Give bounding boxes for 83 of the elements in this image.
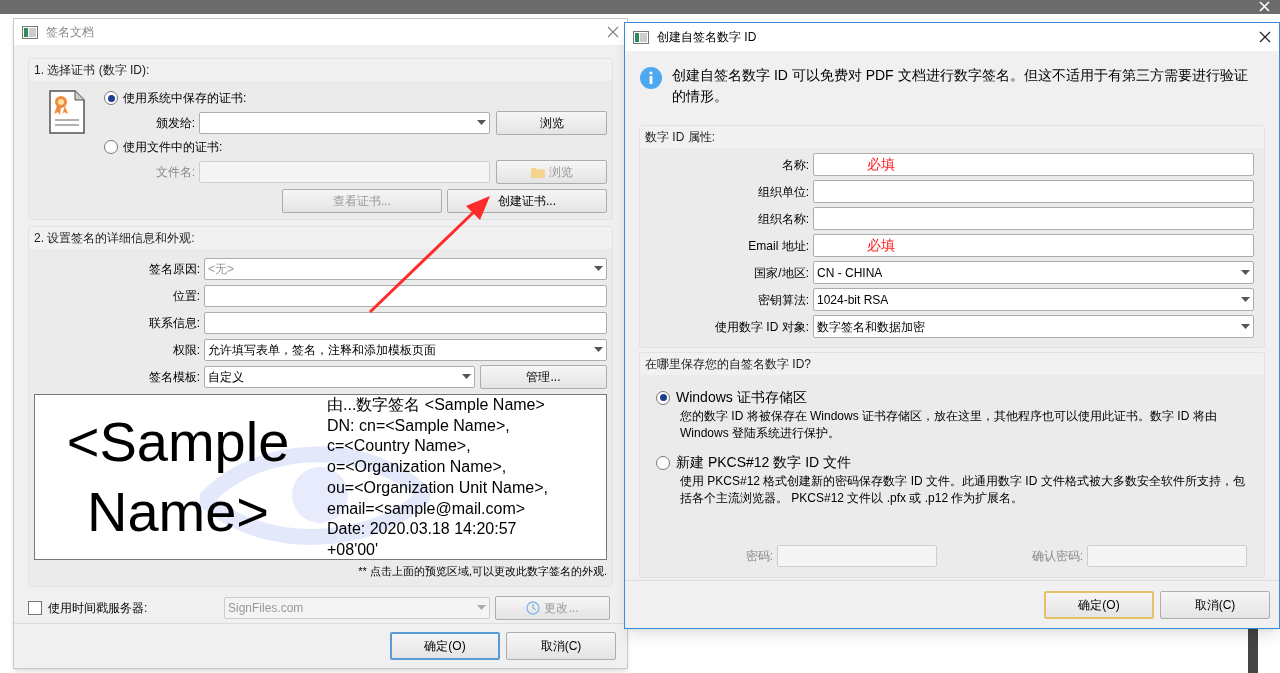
preview-detail-line: email=<sample@mail.com> bbox=[327, 498, 527, 519]
clock-icon bbox=[526, 600, 541, 615]
window-title: 签名文档 bbox=[46, 24, 95, 41]
section-title: 2. 设置签名的详细信息和外观: bbox=[34, 230, 195, 247]
signature-preview[interactable]: <Sample Name> 由...数字签名 <Sample Name> DN: cn=<Sample Name>, c=<Country Name>, o=<Organization Name>, ou=<Organization Unit Name>, email=<sample@mail.com> Date: 2020.03.18 14:20:57 +08'00' bbox=[34, 394, 607, 560]
preview-detail-line: 由...数字签名 <Sample Name> bbox=[327, 395, 546, 415]
window-app-icon bbox=[633, 30, 649, 44]
dialog-button[interactable]: 浏览 bbox=[496, 110, 607, 135]
radio-label: 使用系统中保存的证书: bbox=[123, 90, 247, 107]
input-field[interactable] bbox=[204, 311, 607, 334]
dropdown-field[interactable]: 自定义 bbox=[204, 365, 475, 388]
required-note: 必填 bbox=[867, 155, 895, 174]
field-label: Email 地址: bbox=[747, 237, 810, 255]
input-field[interactable]: 必填 bbox=[813, 153, 1254, 176]
radio-button[interactable] bbox=[104, 140, 118, 154]
field-label: 签名模板: bbox=[147, 368, 201, 386]
option-description: 您的数字 ID 将被保存在 Windows 证书存储区，放在这里，其他程序也可以使用此证书。数字 ID 将由 Windows 登陆系统进行保护。 bbox=[679, 408, 1218, 442]
input-field[interactable]: 必填 bbox=[813, 234, 1254, 257]
window-title: 创建自签名数字 ID bbox=[657, 29, 758, 46]
checkbox-label: 使用时间戳服务器: bbox=[48, 599, 149, 617]
caret-icon bbox=[594, 347, 603, 352]
field-label: 密码: bbox=[744, 548, 774, 565]
info-icon bbox=[640, 67, 662, 89]
preview-hint: ** 点击上面的预览区域,可以更改此数字签名的外观. bbox=[358, 564, 607, 579]
dropdown-field[interactable]: 数字签名和数据加密 bbox=[813, 315, 1254, 338]
field-label: 使用数字 ID 对象: bbox=[714, 318, 810, 336]
window-app-icon bbox=[22, 25, 38, 39]
preview-name: Name> bbox=[86, 479, 270, 545]
radio-button[interactable] bbox=[656, 455, 670, 470]
field-label: 密钥算法: bbox=[756, 291, 810, 309]
caret-icon bbox=[477, 605, 486, 610]
field-label: 组织单位: bbox=[756, 183, 810, 201]
dialog-button[interactable]: 确定(O) bbox=[1044, 590, 1154, 619]
radio-label: Windows 证书存储区 bbox=[676, 388, 807, 407]
input-field[interactable] bbox=[813, 207, 1254, 230]
field-label: 组织名称: bbox=[756, 210, 810, 228]
caret-icon bbox=[462, 374, 471, 379]
field-label: 联系信息: bbox=[147, 314, 201, 332]
input-field[interactable] bbox=[204, 284, 607, 307]
caret-icon bbox=[1241, 270, 1250, 275]
field-label: 权限: bbox=[171, 341, 201, 359]
required-note: 必填 bbox=[867, 236, 895, 255]
certificate-icon bbox=[48, 90, 85, 134]
dropdown-field[interactable]: 允许填写表单，签名，注释和添加模板页面 bbox=[204, 338, 607, 361]
preview-detail-line: ou=<Organization Unit Name>, bbox=[327, 477, 548, 498]
dialog-button[interactable]: 管理... bbox=[480, 364, 607, 389]
radio-button[interactable] bbox=[656, 390, 670, 405]
close-icon[interactable] bbox=[1259, 31, 1271, 43]
caret-icon bbox=[477, 120, 486, 125]
dropdown-field[interactable] bbox=[199, 111, 490, 134]
field-label: 确认密码: bbox=[1030, 548, 1084, 565]
dialog-button[interactable]: 确定(O) bbox=[390, 631, 500, 660]
dropdown-field[interactable]: CN - CHINA bbox=[813, 261, 1254, 284]
dialog-button[interactable]: 取消(C) bbox=[1160, 590, 1270, 619]
option-description: 使用 PKCS#12 格式创建新的密码保存数字 ID 文件。此通用数字 ID 文件格式被大多数安全软件所支持，包括各个主流浏览器。 PKCS#12 文件以 .pfx 或 .p12 作为扩展名。 bbox=[679, 473, 1246, 507]
dialog-button[interactable]: 创建证书... bbox=[447, 189, 607, 213]
preview-detail-line: o=<Organization Name>, bbox=[327, 457, 508, 478]
section-title: 1. 选择证书 (数字 ID): bbox=[34, 62, 150, 79]
field-label: 国家/地区: bbox=[753, 264, 810, 282]
preview-name: <Sample bbox=[66, 409, 290, 475]
preview-detail-line: c=<Country Name>, bbox=[327, 436, 472, 457]
section-title: 在哪里保存您的自签名数字 ID? bbox=[645, 356, 811, 373]
preview-detail-line: DN: cn=<Sample Name>, bbox=[327, 415, 511, 436]
input-field[interactable] bbox=[813, 180, 1254, 203]
dropdown-field[interactable]: 1024-bit RSA bbox=[813, 288, 1254, 311]
field-label: 位置: bbox=[171, 287, 201, 305]
field-label: 名称: bbox=[780, 156, 810, 174]
info-text: 创建自签名数字 ID 可以免费对 PDF 文档进行数字签名。但这不适用于有第三方需要进行验证的情形。 bbox=[672, 66, 1249, 106]
preview-detail-line: +08'00' bbox=[327, 539, 380, 559]
field-label: 文件名: bbox=[154, 163, 196, 181]
preview-detail-line: Date: 2020.03.18 14:20:57 bbox=[327, 519, 518, 540]
dialog-button[interactable]: 取消(C) bbox=[506, 631, 616, 660]
radio-label: 新建 PKCS#12 数字 ID 文件 bbox=[676, 453, 852, 472]
folder-icon bbox=[530, 165, 545, 178]
caret-icon bbox=[594, 266, 603, 271]
field-label: 签名原因: bbox=[147, 260, 201, 278]
caret-icon bbox=[1241, 297, 1250, 302]
radio-label: 使用文件中的证书: bbox=[123, 139, 223, 156]
section-title: 数字 ID 属性: bbox=[645, 129, 715, 146]
radio-button[interactable] bbox=[104, 91, 118, 105]
field-label: 颁发给: bbox=[154, 114, 196, 132]
caret-icon bbox=[1241, 324, 1250, 329]
scrollbar bbox=[1248, 628, 1258, 673]
